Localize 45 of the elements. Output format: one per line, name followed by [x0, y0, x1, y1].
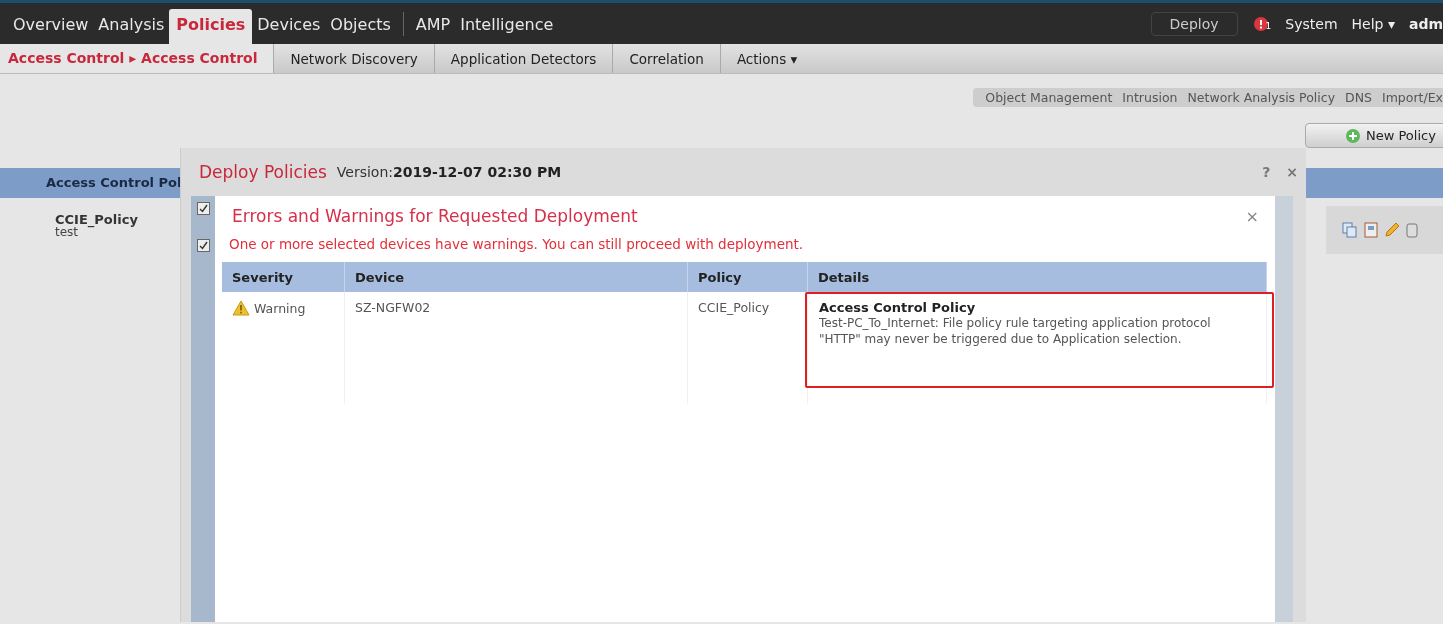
column-header[interactable]: Policy: [688, 262, 808, 292]
nav-tab[interactable]: Intelligence: [455, 9, 559, 44]
table-cell: SZ-NGFW02: [355, 300, 431, 315]
warning-message: One or more selected devices have warnings. You can still proceed with deployment.: [228, 235, 805, 254]
toolbar-link[interactable]: Object Management: [985, 90, 1113, 105]
dialog-title: Deploy Policies: [199, 162, 327, 182]
sub-nav-tab[interactable]: Application Detectors: [433, 44, 613, 73]
nav-tab[interactable]: Devices: [252, 9, 326, 44]
scrollbar[interactable]: [1275, 196, 1293, 622]
nav-tab[interactable]: Overview: [8, 9, 94, 44]
toolbar-link[interactable]: Import/Ex: [1382, 90, 1443, 105]
nav-link[interactable]: Help ▾: [1351, 15, 1395, 32]
user-name[interactable]: adm: [1408, 15, 1443, 32]
details-title: Access Control Policy: [819, 300, 977, 315]
sub-nav-tab[interactable]: Actions ▾: [719, 44, 814, 73]
version-value: 2019-12-07 02:30 PM: [393, 164, 562, 180]
nav-tab[interactable]: Policies: [169, 9, 253, 44]
nav-tab[interactable]: AMP: [410, 9, 456, 44]
toolbar-link[interactable]: DNS: [1345, 90, 1372, 105]
column-header[interactable]: Device: [345, 262, 688, 292]
nav-link[interactable]: System: [1285, 15, 1338, 32]
severity-label: Warning: [254, 300, 306, 316]
panel-header: Access Control Pol: [0, 168, 180, 198]
deploy-button[interactable]: Deploy: [1150, 11, 1238, 36]
details-text: Test-PC_To_Internet: File policy rule targeting application protocol "HTTP" may never be triggered due to Application selection.: [819, 315, 1212, 347]
column-header[interactable]: Severity: [222, 262, 345, 292]
checkbox[interactable]: [196, 202, 210, 215]
new-policy-button[interactable]: New Policy: [1305, 123, 1443, 148]
breadcrumb[interactable]: Access Control ▸ Access Control: [0, 44, 274, 73]
nav-tab[interactable]: Objects: [325, 9, 396, 44]
policy-description: test: [55, 227, 79, 238]
toolbar-link[interactable]: Network Analysis Policy: [1187, 90, 1336, 105]
table-cell: CCIE_Policy: [698, 300, 770, 315]
version-label: Version:: [336, 164, 393, 180]
warning-icon: [232, 300, 250, 316]
checkbox[interactable]: [196, 239, 210, 252]
nav-tab[interactable]: Analysis: [93, 9, 170, 44]
sub-nav-tab[interactable]: Correlation: [612, 44, 720, 73]
close-button[interactable]: ×: [1245, 206, 1259, 226]
sub-nav-tab[interactable]: Network Discovery: [273, 44, 434, 73]
plus-icon: [1346, 128, 1360, 143]
toolbar-link[interactable]: Intrusion: [1122, 90, 1178, 105]
column-header[interactable]: Details: [808, 262, 1267, 292]
policy-name[interactable]: CCIE_Policy: [55, 212, 180, 227]
modal-title: Errors and Warnings for Requested Deployment: [232, 206, 638, 226]
